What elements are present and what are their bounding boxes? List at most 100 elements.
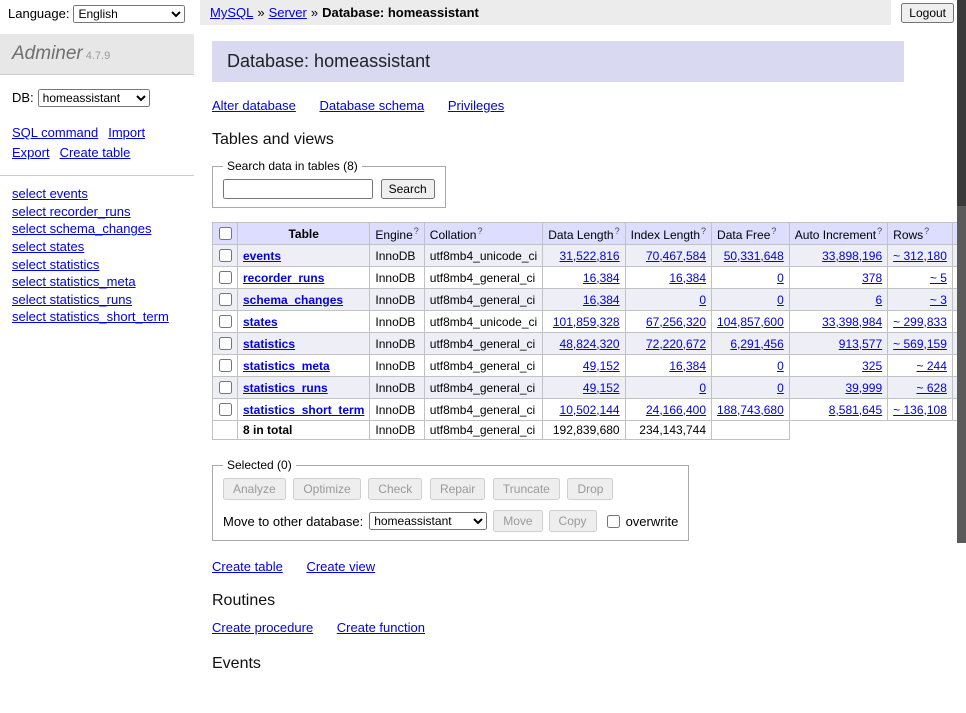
sidebar-table-link[interactable]: select statistics_meta [12,274,188,290]
help-link[interactable]: ? [924,226,929,236]
table-link[interactable]: states [243,315,278,329]
row-checkbox[interactable] [219,403,232,416]
data-length-link[interactable]: 101,859,328 [553,315,620,329]
rows-count-link[interactable]: ~ 312,180 [893,249,947,263]
repair-button[interactable]: Repair [430,478,485,500]
table-link[interactable]: statistics [243,337,295,351]
data-free-link[interactable]: 0 [777,271,784,285]
sidebar-link-export[interactable]: Export [12,145,50,160]
help-link[interactable]: ? [771,226,776,236]
auto-increment-link[interactable]: 378 [862,271,882,285]
sidebar-link-import[interactable]: Import [108,125,145,140]
help-link[interactable]: ? [477,226,482,236]
rows-count-link[interactable]: ~ 5 [930,271,947,285]
sidebar-table-link[interactable]: select events [12,186,188,202]
data-length-link[interactable]: 49,152 [583,359,620,373]
row-checkbox[interactable] [219,337,232,350]
row-checkbox[interactable] [219,249,232,262]
data-free-link[interactable]: 0 [777,359,784,373]
rows-count-link[interactable]: ~ 569,159 [893,337,947,351]
database-schema-link[interactable]: Database schema [319,98,424,113]
language-select[interactable]: English [73,5,185,23]
alter-database-link[interactable]: Alter database [212,98,296,113]
row-checkbox[interactable] [219,359,232,372]
data-free-link[interactable]: 188,743,680 [717,403,784,417]
sidebar-link-sql-command[interactable]: SQL command [12,125,98,140]
sidebar-table-link[interactable]: select statistics_short_term [12,309,188,325]
auto-increment-link[interactable]: 33,898,196 [822,249,882,263]
row-checkbox[interactable] [219,315,232,328]
auto-increment-link[interactable]: 325 [862,359,882,373]
search-input[interactable] [223,179,373,199]
rows-count-link[interactable]: ~ 3 [930,293,947,307]
vertical-scrollbar[interactable] [957,0,966,543]
data-free-link[interactable]: 104,857,600 [717,315,784,329]
truncate-button[interactable]: Truncate [493,478,560,500]
row-checkbox[interactable] [219,293,232,306]
row-checkbox[interactable] [219,271,232,284]
drop-button[interactable]: Drop [567,478,613,500]
rows-count-link[interactable]: ~ 299,833 [893,315,947,329]
create-table-link[interactable]: Create table [212,559,283,574]
table-link[interactable]: statistics_short_term [243,403,364,417]
rows-count-link[interactable]: ~ 628 [917,381,947,395]
data-length-link[interactable]: 49,152 [583,381,620,395]
auto-increment-link[interactable]: 913,577 [839,337,882,351]
select-all-checkbox[interactable] [219,227,232,240]
overwrite-checkbox[interactable] [607,515,620,528]
rows-count-link[interactable]: ~ 244 [917,359,947,373]
help-link[interactable]: ? [414,226,419,236]
search-button[interactable]: Search [381,179,435,199]
data-free-link[interactable]: 6,291,456 [730,337,783,351]
auto-increment-link[interactable]: 8,581,645 [829,403,882,417]
optimize-button[interactable]: Optimize [293,478,360,500]
auto-increment-link[interactable]: 39,999 [845,381,882,395]
data-length-link[interactable]: 16,384 [583,271,620,285]
privileges-link[interactable]: Privileges [448,98,504,113]
table-link[interactable]: statistics_meta [243,359,330,373]
move-button[interactable]: Move [493,510,542,532]
check-button[interactable]: Check [368,478,422,500]
data-length-link[interactable]: 16,384 [583,293,620,307]
scrollbar-thumb[interactable] [957,0,966,206]
db-select[interactable]: homeassistant [38,89,150,107]
index-length-link[interactable]: 0 [699,293,706,307]
index-length-link[interactable]: 72,220,672 [646,337,706,351]
sidebar-table-link[interactable]: select recorder_runs [12,204,188,220]
sidebar-table-link[interactable]: select statistics [12,257,188,273]
copy-button[interactable]: Copy [549,510,597,532]
breadcrumb-link-server[interactable]: Server [269,5,307,20]
table-link[interactable]: statistics_runs [243,381,328,395]
sidebar-table-link[interactable]: select states [12,239,188,255]
help-link[interactable]: ? [615,226,620,236]
sidebar-table-link[interactable]: select statistics_runs [12,292,188,308]
data-free-link[interactable]: 0 [777,293,784,307]
sidebar-link-create-table[interactable]: Create table [60,145,131,160]
sidebar-table-link[interactable]: select schema_changes [12,221,188,237]
auto-increment-link[interactable]: 33,398,984 [822,315,882,329]
index-length-link[interactable]: 16,384 [669,359,706,373]
breadcrumb-link-mysql[interactable]: MySQL [210,5,253,20]
analyze-button[interactable]: Analyze [223,478,286,500]
index-length-link[interactable]: 70,467,584 [646,249,706,263]
data-length-link[interactable]: 31,522,816 [560,249,620,263]
data-free-link[interactable]: 50,331,648 [724,249,784,263]
help-link[interactable]: ? [877,226,882,236]
create-function-link[interactable]: Create function [337,620,425,635]
table-link[interactable]: events [243,249,281,263]
data-length-link[interactable]: 10,502,144 [560,403,620,417]
create-view-link[interactable]: Create view [306,559,375,574]
table-link[interactable]: schema_changes [243,293,343,307]
rows-count-link[interactable]: ~ 136,108 [893,403,947,417]
table-link[interactable]: recorder_runs [243,271,324,285]
index-length-link[interactable]: 0 [699,381,706,395]
row-checkbox[interactable] [219,381,232,394]
move-db-select[interactable]: homeassistant [369,512,487,530]
data-length-link[interactable]: 48,824,320 [560,337,620,351]
create-procedure-link[interactable]: Create procedure [212,620,313,635]
help-link[interactable]: ? [701,226,706,236]
index-length-link[interactable]: 67,256,320 [646,315,706,329]
data-free-link[interactable]: 0 [777,381,784,395]
index-length-link[interactable]: 24,166,400 [646,403,706,417]
logout-button[interactable]: Logout [901,3,954,23]
